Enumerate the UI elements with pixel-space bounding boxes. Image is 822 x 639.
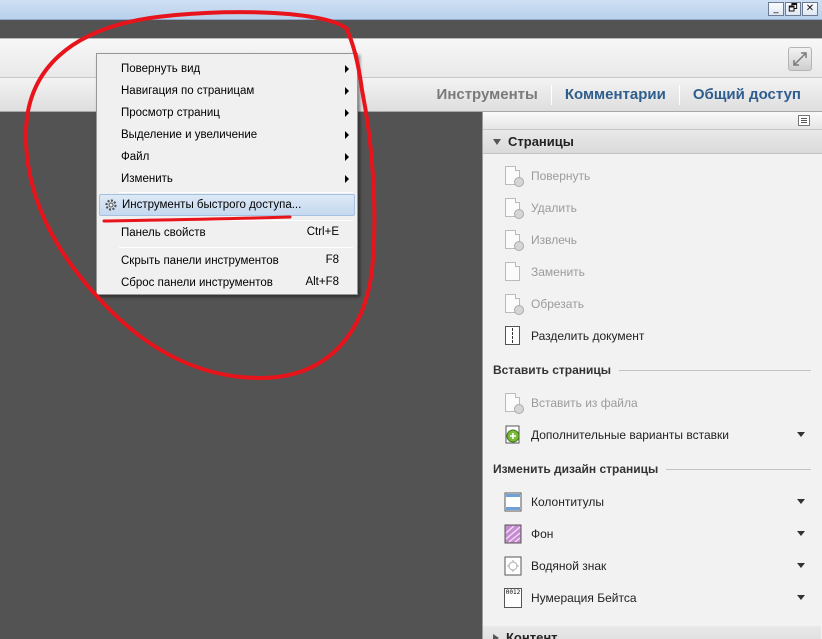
menu-item-label: Навигация по страницам <box>121 85 255 97</box>
item-label: Заменить <box>531 265 585 279</box>
collapse-triangle-icon <box>493 138 501 145</box>
dropdown-arrow-icon[interactable] <box>797 531 805 536</box>
menu-item-label: Инструменты быстрого доступа... <box>122 199 302 211</box>
extract-pages-button[interactable]: Извлечь <box>483 224 821 256</box>
menu-separator <box>119 247 353 248</box>
close-button[interactable]: ✕ <box>802 2 818 16</box>
menu-item-file[interactable]: Файл <box>99 146 355 168</box>
item-label: Повернуть <box>531 169 591 183</box>
window-controls: _ 🗗 ✕ <box>768 2 818 16</box>
bates-numbering-button[interactable]: 0012 Нумерация Бейтса <box>483 582 821 614</box>
insert-from-file-button[interactable]: Вставить из файла <box>483 387 821 419</box>
header-footer-icon <box>503 491 523 513</box>
menu-item-page-display[interactable]: Просмотр страниц <box>99 102 355 124</box>
delete-page-icon <box>503 197 524 219</box>
more-insert-options-icon <box>503 424 523 446</box>
menu-item-label: Сброс панели инструментов <box>121 277 273 289</box>
tab-tools[interactable]: Инструменты <box>424 78 551 112</box>
menu-separator <box>119 192 353 193</box>
menu-item-page-navigation[interactable]: Навигация по страницам <box>99 80 355 102</box>
menu-item-rotate-view[interactable]: Повернуть вид <box>99 58 355 80</box>
subheading-label: Вставить страницы <box>493 363 612 377</box>
menu-item-label: Файл <box>121 151 150 163</box>
submenu-arrow-icon <box>345 153 349 161</box>
menu-shortcut: F8 <box>325 254 339 266</box>
dropdown-arrow-icon[interactable] <box>797 432 805 437</box>
window-title-bar: _ 🗗 ✕ <box>0 0 822 20</box>
more-insert-options-button[interactable]: Дополнительные варианты вставки <box>483 419 821 451</box>
extract-page-icon <box>503 229 524 251</box>
item-label: Разделить документ <box>531 329 645 343</box>
item-label: Обрезать <box>531 297 584 311</box>
item-label: Извлечь <box>531 233 578 247</box>
panel-options-icon[interactable] <box>798 115 810 126</box>
subheading-label: Изменить дизайн страницы <box>493 462 659 476</box>
split-document-icon <box>503 325 523 347</box>
bates-icon-number: 0012 <box>504 588 522 608</box>
watermark-button[interactable]: Водяной знак <box>483 550 821 582</box>
bates-numbering-icon: 0012 <box>503 587 523 609</box>
section-header-content[interactable]: Контент <box>483 626 821 639</box>
menu-item-label: Повернуть вид <box>121 63 201 75</box>
menu-item-label: Панель свойств <box>121 227 206 239</box>
menu-item-properties-bar[interactable]: Панель свойств Ctrl+E <box>99 222 355 244</box>
watermark-icon <box>503 555 523 577</box>
menu-item-reset-toolbars[interactable]: Сброс панели инструментов Alt+F8 <box>99 272 355 294</box>
item-label: Водяной знак <box>531 559 607 573</box>
toolbar-context-menu: Повернуть вид Навигация по страницам Про… <box>96 53 358 295</box>
replace-page-icon <box>503 261 523 283</box>
tab-share[interactable]: Общий доступ <box>680 78 814 112</box>
submenu-arrow-icon <box>345 87 349 95</box>
header-footer-button[interactable]: Колонтитулы <box>483 486 821 518</box>
item-label: Вставить из файла <box>531 396 638 410</box>
section-title: Страницы <box>508 134 574 149</box>
section-title: Контент <box>506 630 558 639</box>
menu-item-label: Выделение и увеличение <box>121 129 258 141</box>
item-label: Удалить <box>531 201 577 215</box>
rotate-page-icon <box>503 165 524 187</box>
crop-pages-button[interactable]: Обрезать <box>483 288 821 320</box>
change-page-design-heading: Изменить дизайн страницы <box>493 460 811 478</box>
expand-triangle-icon <box>493 633 499 639</box>
menu-item-label: Изменить <box>121 173 173 185</box>
fullscreen-icon[interactable] <box>788 47 812 71</box>
split-document-button[interactable]: Разделить документ <box>483 320 821 352</box>
crop-page-icon <box>503 293 524 315</box>
gear-icon <box>105 199 117 211</box>
menu-separator <box>119 220 353 221</box>
restore-button[interactable]: 🗗 <box>785 2 801 16</box>
dropdown-arrow-icon[interactable] <box>797 563 805 568</box>
item-label: Нумерация Бейтса <box>531 591 637 605</box>
insert-pages-heading: Вставить страницы <box>493 361 811 379</box>
insert-from-file-icon <box>503 392 524 414</box>
submenu-arrow-icon <box>345 175 349 183</box>
menu-item-label: Просмотр страниц <box>121 107 220 119</box>
item-label: Дополнительные варианты вставки <box>531 428 729 442</box>
menu-item-hide-toolbars[interactable]: Скрыть панели инструментов F8 <box>99 250 355 272</box>
minimize-button[interactable]: _ <box>768 2 784 16</box>
item-label: Фон <box>531 527 554 541</box>
background-icon <box>503 523 523 545</box>
item-label: Колонтитулы <box>531 495 605 509</box>
tab-comments[interactable]: Комментарии <box>552 78 679 112</box>
submenu-arrow-icon <box>345 109 349 117</box>
menu-shortcut: Ctrl+E <box>306 226 339 238</box>
menu-item-select-zoom[interactable]: Выделение и увеличение <box>99 124 355 146</box>
menu-item-label: Скрыть панели инструментов <box>121 255 279 267</box>
delete-pages-button[interactable]: Удалить <box>483 192 821 224</box>
rotate-pages-button[interactable]: Повернуть <box>483 160 821 192</box>
menu-item-quick-tools[interactable]: Инструменты быстрого доступа... <box>99 194 355 216</box>
menu-item-edit[interactable]: Изменить <box>99 168 355 190</box>
section-header-pages[interactable]: Страницы <box>483 130 822 154</box>
dropdown-arrow-icon[interactable] <box>797 499 805 504</box>
background-button[interactable]: Фон <box>483 518 821 550</box>
replace-pages-button[interactable]: Заменить <box>483 256 821 288</box>
submenu-arrow-icon <box>345 131 349 139</box>
tools-panel: Страницы Повернуть Удалить Извлечь Замен… <box>482 112 822 639</box>
dropdown-arrow-icon[interactable] <box>797 595 805 600</box>
panel-top-bar <box>483 112 822 130</box>
menu-shortcut: Alt+F8 <box>305 276 339 288</box>
submenu-arrow-icon <box>345 65 349 73</box>
